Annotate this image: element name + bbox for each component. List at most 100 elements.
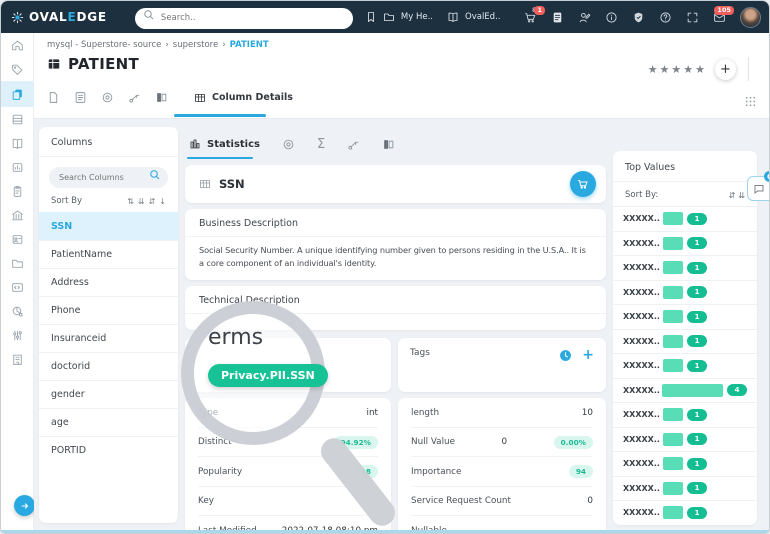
- sort-desc-icon[interactable]: ⇊: [738, 191, 745, 200]
- top-value-row[interactable]: XXXXX.. 4: [613, 377, 757, 403]
- target-icon[interactable]: [101, 91, 114, 104]
- property-row: Importance 94: [411, 457, 593, 487]
- properties-card-right: length 10 Null Value 0 0.00% Importance: [398, 398, 606, 532]
- tags-title: Tags: [410, 348, 430, 359]
- data-quality-icon[interactable]: [1, 299, 34, 323]
- sigma-icon[interactable]: Σ: [317, 137, 325, 152]
- column-list-item[interactable]: Phone: [39, 296, 178, 324]
- top-value-row[interactable]: XXXXX.. 1: [613, 206, 757, 231]
- top-value-row[interactable]: XXXXX.. 1: [613, 451, 757, 476]
- projects-folder-icon[interactable]: [1, 251, 34, 275]
- book-icon[interactable]: [447, 11, 459, 23]
- column-list-item[interactable]: Insuranceid: [39, 324, 178, 352]
- home-icon[interactable]: [1, 33, 34, 57]
- info-button[interactable]: [605, 11, 618, 24]
- column-list-item[interactable]: doctorid: [39, 352, 178, 380]
- help-button[interactable]: [659, 11, 672, 24]
- top-value-row[interactable]: XXXXX.. 1: [613, 475, 757, 501]
- data-catalog-icon[interactable]: [1, 81, 34, 107]
- query-sheet-icon[interactable]: [1, 275, 34, 299]
- governance-button[interactable]: [632, 11, 645, 24]
- document-icon[interactable]: [74, 91, 87, 104]
- add-to-cart-button[interactable]: [570, 171, 596, 197]
- top-value-row[interactable]: XXXXX.. 1: [613, 353, 757, 378]
- fullscreen-button[interactable]: [686, 11, 699, 24]
- column-list-item[interactable]: gender: [39, 380, 178, 408]
- sort-asc-icon[interactable]: ⇅: [127, 197, 134, 206]
- value-frequency-bar: [663, 506, 683, 520]
- sort-desc-icon[interactable]: ⇊: [138, 197, 145, 206]
- column-list-item[interactable]: Address: [39, 268, 178, 296]
- business-description-label: Business Description: [185, 209, 606, 237]
- top-value-label: XXXXX..: [623, 434, 660, 444]
- term-chip-privacy-pii-ssn[interactable]: Privacy.PII.SSN: [208, 364, 328, 387]
- search-icon[interactable]: [149, 169, 161, 181]
- value-frequency-bar: [663, 408, 683, 422]
- database-icon[interactable]: [1, 107, 34, 131]
- inbox-badge: 105: [714, 5, 734, 15]
- tag-icon[interactable]: [1, 57, 34, 81]
- column-list-item[interactable]: age: [39, 408, 178, 436]
- top-value-row[interactable]: XXXXX.. 1: [613, 426, 757, 452]
- lineage-icon[interactable]: [128, 91, 141, 104]
- tasks-button[interactable]: [551, 11, 564, 24]
- global-search-input[interactable]: [134, 7, 353, 29]
- clipboard-icon[interactable]: [1, 179, 34, 203]
- comments-float-button[interactable]: 0: [747, 171, 769, 201]
- column-list-item[interactable]: PatientName: [39, 240, 178, 268]
- sort-updown-icon[interactable]: ⇵: [729, 191, 736, 200]
- tab-statistics[interactable]: Statistics: [189, 138, 260, 150]
- top-value-row[interactable]: XXXXX.. 1: [613, 304, 757, 329]
- reports-icon[interactable]: [1, 155, 34, 179]
- top-value-row[interactable]: XXXXX.. 1: [613, 500, 757, 525]
- top-value-label: XXXXX..: [623, 410, 660, 420]
- folder-icon[interactable]: [383, 11, 395, 23]
- top-value-row[interactable]: XXXXX.. 1: [613, 279, 757, 305]
- top-value-row[interactable]: XXXXX.. 1: [613, 230, 757, 256]
- bookmark-icon[interactable]: [365, 11, 377, 23]
- rating-stars[interactable]: ★★★★★: [648, 63, 707, 76]
- governance-bank-icon[interactable]: [1, 203, 34, 227]
- summary-page-icon[interactable]: [47, 91, 60, 104]
- top-value-row[interactable]: XXXXX.. 1: [613, 402, 757, 427]
- glossary-book-icon[interactable]: [1, 131, 34, 155]
- rail-expand-button[interactable]: [14, 495, 35, 516]
- cart-button[interactable]: 8 1: [524, 5, 545, 24]
- top-value-row[interactable]: XXXXX.. 1: [613, 328, 757, 354]
- table-icon: [48, 59, 60, 69]
- property-label: Null Value: [411, 437, 455, 447]
- jobs-building-icon[interactable]: [1, 347, 34, 371]
- user-avatar[interactable]: [740, 6, 761, 28]
- top-value-row[interactable]: XXXXX.. 1: [613, 255, 757, 280]
- property-badge: 94.92%: [333, 435, 378, 449]
- divider: [748, 57, 749, 81]
- add-tag-button[interactable]: +: [582, 348, 594, 362]
- chat-bubble-icon: [754, 184, 764, 194]
- value-count-pill: 1: [687, 212, 707, 225]
- sort-updown-icon[interactable]: ⇵: [149, 197, 156, 206]
- breadcrumb[interactable]: mysql - Superstore- source › superstore › …: [47, 40, 269, 50]
- column-name: Phone: [51, 305, 81, 316]
- compare-columns-icon[interactable]: [155, 91, 168, 104]
- menu-ovaledge[interactable]: OvalEd..: [465, 12, 500, 22]
- column-list-item[interactable]: PORTID: [39, 436, 178, 464]
- add-rating-button[interactable]: +: [715, 58, 736, 80]
- sort-by-label: Sort By: [51, 196, 82, 206]
- column-title-card: SSN: [185, 165, 606, 203]
- id-card-icon[interactable]: [1, 227, 34, 251]
- compare-columns-icon[interactable]: [382, 138, 395, 151]
- menu-my-health[interactable]: My He..: [401, 12, 433, 22]
- value-count-pill: 1: [687, 237, 707, 250]
- lineage-icon[interactable]: [347, 138, 360, 151]
- top-value-label: XXXXX..: [623, 336, 660, 346]
- inbox-button[interactable]: 105: [713, 5, 734, 24]
- target-icon[interactable]: [282, 138, 295, 151]
- tab-column-details[interactable]: Column Details: [194, 92, 293, 104]
- grid-menu-icon[interactable]: [744, 93, 757, 112]
- settings-sliders-icon[interactable]: [1, 323, 34, 347]
- sort-fav-icon[interactable]: ↓: [159, 197, 166, 206]
- column-list-item[interactable]: SSN: [39, 212, 178, 240]
- clock-icon[interactable]: [559, 349, 572, 362]
- ovaledge-logo[interactable]: OVALEDGE: [11, 10, 107, 24]
- user-edit-button[interactable]: [578, 11, 591, 24]
